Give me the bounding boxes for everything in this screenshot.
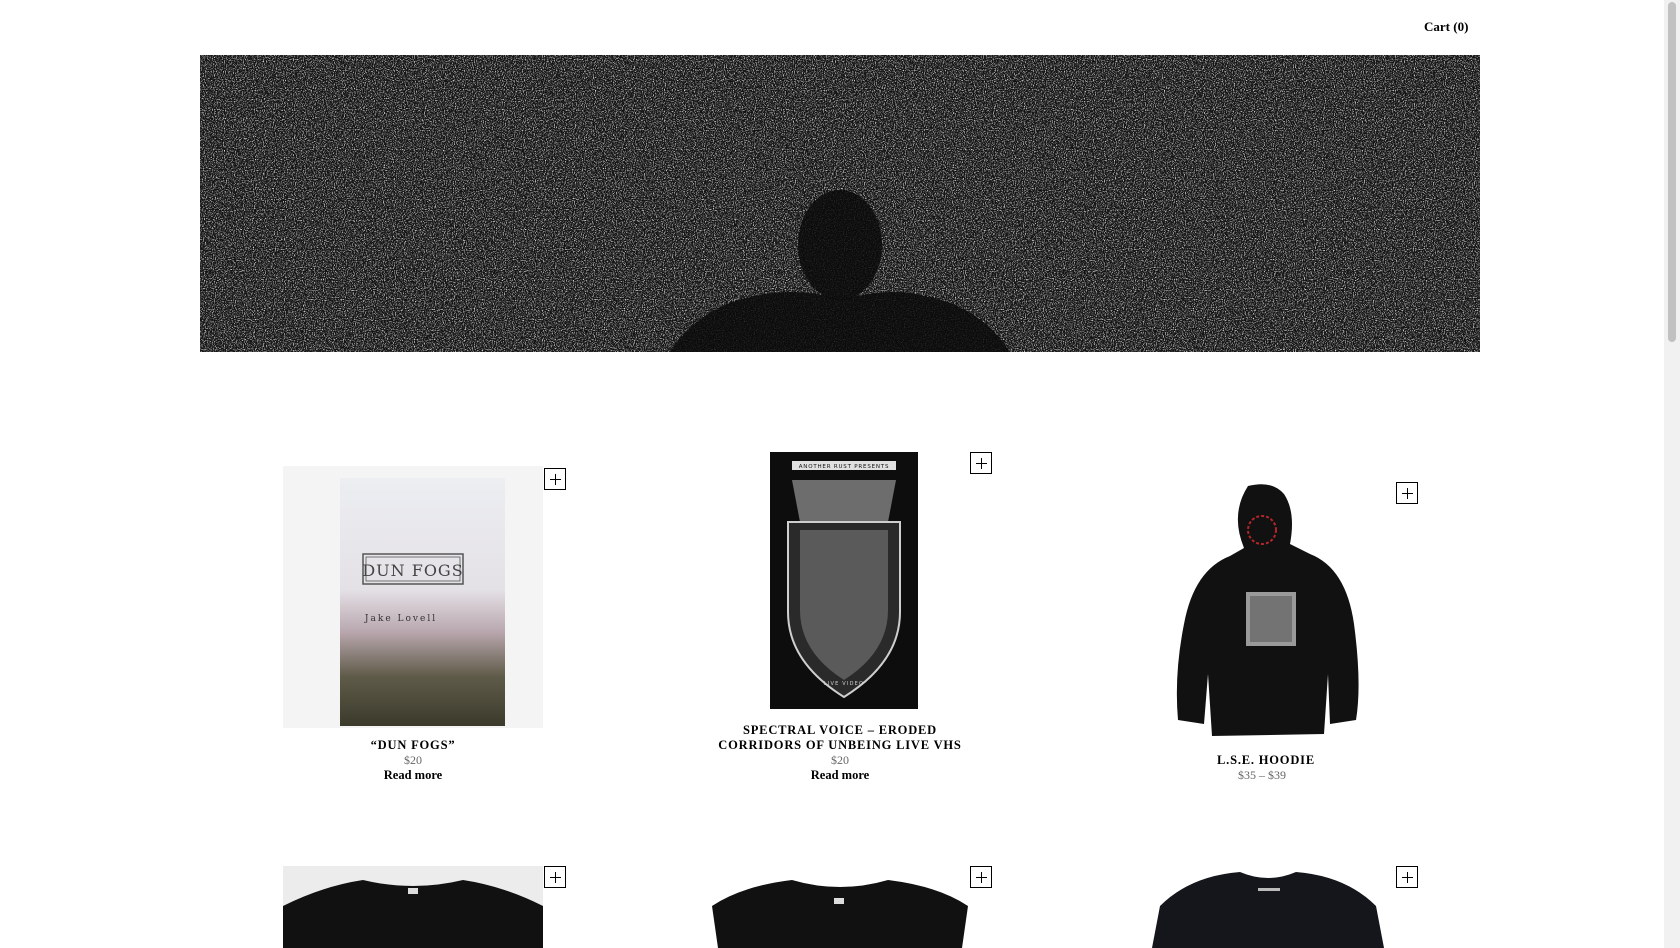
product-image[interactable] (1160, 484, 1376, 740)
add-to-cart-button[interactable] (1396, 482, 1418, 504)
read-more-link[interactable]: Read more (273, 768, 553, 783)
hero-banner-image (200, 55, 1480, 352)
add-to-cart-button[interactable] (544, 468, 566, 490)
cover-title: DUN FOGS (362, 561, 463, 580)
product-price: $35 – $39 (1238, 768, 1286, 782)
product-image[interactable] (283, 866, 543, 948)
product-title[interactable]: “DUN FOGS” (273, 738, 553, 753)
vertical-scrollbar[interactable] (1664, 0, 1680, 948)
product-image[interactable]: ANOTHER RUST PRESENTS LIVE VIDEO (770, 452, 918, 709)
product-image[interactable]: DUN FOGS Jake Lovell (283, 466, 543, 728)
add-to-cart-button[interactable] (544, 866, 566, 888)
product-image[interactable] (712, 876, 968, 948)
cover-bottom-text: LIVE VIDEO (824, 681, 864, 687)
add-to-cart-button[interactable] (970, 866, 992, 888)
product-title[interactable]: L.S.E. HOODIE (1126, 753, 1406, 768)
cover-top-text: ANOTHER RUST PRESENTS (799, 464, 890, 470)
read-more-link[interactable]: Read more (700, 768, 980, 783)
product-title[interactable]: SPECTRAL VOICE – ERODED CORRIDORS OF UNB… (700, 723, 980, 753)
scrollbar-thumb[interactable] (1668, 2, 1676, 342)
add-to-cart-button[interactable] (1396, 866, 1418, 888)
product-price: $20 (404, 753, 422, 767)
product-price: $20 (831, 753, 849, 767)
cover-author: Jake Lovell (364, 614, 437, 624)
add-to-cart-button[interactable] (970, 452, 992, 474)
product-image[interactable] (1140, 866, 1396, 948)
cart-link[interactable]: Cart (0) (1424, 19, 1468, 35)
